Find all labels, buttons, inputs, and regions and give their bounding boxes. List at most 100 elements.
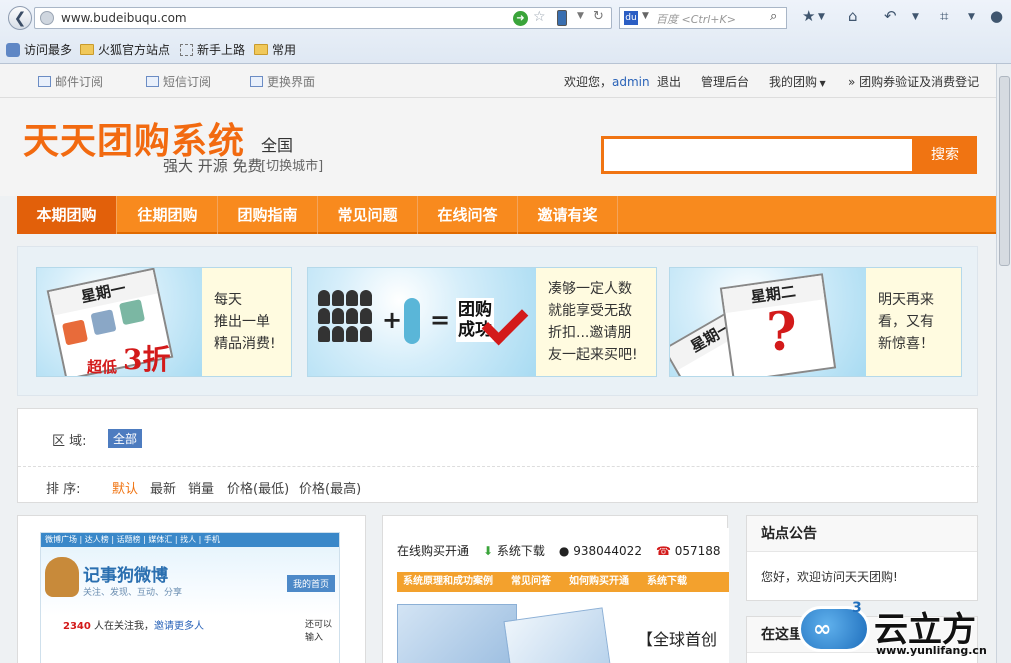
- home-icon[interactable]: ⌂: [848, 7, 858, 25]
- ad-buy-online: 在线购买开通: [397, 544, 470, 558]
- switch-city-link[interactable]: [切换城市]: [261, 155, 323, 174]
- nav-online-qa[interactable]: 在线问答: [418, 196, 518, 234]
- back-button[interactable]: ❮: [8, 6, 32, 30]
- notice-box: 站点公告 您好，欢迎访问天天团购!: [746, 515, 978, 601]
- web-page: 邮件订阅 短信订阅 更换界面 欢迎您，admin 退出 管理后台 我的团购 ▼ …: [0, 64, 996, 663]
- bookmark-getting-started[interactable]: 新手上路: [180, 41, 245, 58]
- bookmark-label: 访问最多: [24, 43, 73, 57]
- sort-label: 排 序:: [46, 482, 81, 497]
- weibo-title: 记事狗微博: [83, 566, 168, 586]
- badge-value: 3折: [123, 343, 171, 376]
- bookmark-label: 火狐官方站点: [98, 43, 171, 57]
- follow-text: 人在关注我，: [90, 621, 155, 632]
- link-label: 邮件订阅: [55, 75, 104, 89]
- ad-qq: ● 938044022: [559, 544, 642, 558]
- equals-icon: =: [430, 306, 451, 334]
- weibo-home-button: 我的首页: [287, 575, 336, 592]
- sms-subscribe-link[interactable]: 短信订阅: [146, 73, 211, 90]
- current-city: 全国: [261, 136, 294, 155]
- banner-card-text: 明天再来 看，又有 新惊喜！: [866, 268, 961, 376]
- logout-link[interactable]: 退出: [657, 73, 681, 90]
- nav-guide[interactable]: 团购指南: [218, 196, 318, 234]
- ad-screenshot: 在线购买开通 ⬇ 系统下载 ● 938044022 ☎ 057188 系统原理和…: [397, 528, 729, 663]
- bookmark-label: 新手上路: [197, 43, 246, 57]
- url-text[interactable]: www.budeibuqu.com: [61, 11, 187, 25]
- mobile-icon[interactable]: [557, 10, 567, 26]
- watermark-number: 3: [852, 600, 862, 616]
- ad-download-label: 系统下载: [496, 544, 545, 558]
- plus-icon: +: [382, 306, 403, 334]
- site-topbar: 邮件订阅 短信订阅 更换界面 欢迎您，admin 退出 管理后台 我的团购 ▼ …: [0, 64, 996, 98]
- area-label: 区 域:: [52, 434, 87, 449]
- theme-icon: [250, 76, 263, 87]
- search-bar[interactable]: du ▼ 百度 <Ctrl+K> ⌕: [619, 7, 787, 29]
- reload-icon[interactable]: ↻: [593, 9, 604, 24]
- follow-count: 2340: [63, 621, 91, 632]
- ad-download: ⬇ 系统下载: [483, 542, 545, 559]
- caret-down-icon: ▼: [817, 79, 826, 88]
- nav-past-deals[interactable]: 往期团购: [118, 196, 218, 234]
- crop-dropdown-icon[interactable]: ▼: [968, 12, 975, 22]
- bookmark-common[interactable]: 常用: [254, 41, 296, 58]
- ad-menu-item: 如何购买开通: [569, 576, 629, 587]
- weibo-top-links: 微博广场 | 达人榜 | 话题榜 | 媒体汇 | 找人 | 手机: [41, 533, 339, 547]
- banner-card-daily: 星期一 超低 3折 每天 推出一单 精品消费!: [36, 267, 292, 377]
- admin-panel-link[interactable]: 管理后台: [701, 73, 749, 90]
- sort-price-low[interactable]: 价格(最低): [227, 478, 289, 497]
- deal-card-ad[interactable]: 在线购买开通 ⬇ 系统下载 ● 938044022 ☎ 057188 系统原理和…: [382, 515, 729, 663]
- address-bar[interactable]: www.budeibuqu.com ➜ ☆ ▼ ↻: [34, 7, 612, 29]
- text-line: 精品消费!: [214, 336, 276, 352]
- bookmarks-dropdown-icon[interactable]: ▼: [818, 12, 825, 22]
- email-subscribe-link[interactable]: 邮件订阅: [38, 73, 103, 90]
- undo-dropdown-icon[interactable]: ▼: [912, 12, 919, 22]
- history-dropdown-icon[interactable]: ▼: [577, 11, 584, 21]
- question-mark-icon: ?: [766, 302, 797, 363]
- weibo-follow-count: 2340 人在关注我，邀请更多人: [63, 617, 204, 632]
- sort-price-high[interactable]: 价格(最高): [299, 478, 361, 497]
- text-line: 折扣...邀请朋: [548, 325, 632, 341]
- weibo-screenshot: 微博广场 | 达人榜 | 话题榜 | 媒体汇 | 找人 | 手机 记事狗微博 关…: [40, 532, 340, 663]
- invite-link: 邀请更多人: [154, 621, 205, 632]
- bookmarks-icon[interactable]: ★: [802, 7, 815, 25]
- input-remaining: 还可以输入: [305, 620, 333, 643]
- nav-faq[interactable]: 常见问题: [318, 196, 418, 234]
- ad-menu-bar: 系统原理和成功案例 常见问答 如何购买开通 系统下载: [397, 572, 729, 592]
- username-link[interactable]: admin: [612, 75, 650, 89]
- site-search-input[interactable]: [601, 136, 915, 174]
- bookmark-star-icon[interactable]: ☆: [533, 9, 546, 25]
- most-visited-icon: [6, 42, 20, 57]
- sort-default[interactable]: 默认: [112, 478, 138, 497]
- page-icon: [180, 43, 193, 56]
- area-all-option[interactable]: 全部: [108, 429, 143, 448]
- vertical-scrollbar[interactable]: [996, 64, 1011, 663]
- menu-label: 我的团购: [769, 75, 818, 89]
- groupbuy-illustration: + = 团购 成功: [308, 268, 536, 376]
- bookmark-most-visited[interactable]: 访问最多: [6, 41, 72, 58]
- text-line: 团购: [458, 300, 492, 320]
- text-line: 新惊喜！: [878, 336, 934, 352]
- site-search-button[interactable]: 搜索: [913, 136, 977, 174]
- text-line: 看，又有: [878, 314, 934, 330]
- nav-invite-reward[interactable]: 邀请有奖: [518, 196, 618, 234]
- sort-newest[interactable]: 最新: [150, 478, 176, 497]
- link-label: 短信订阅: [163, 75, 212, 89]
- sms-icon: [146, 76, 159, 87]
- undo-icon[interactable]: ↶: [884, 7, 897, 25]
- banner-card-text: 凑够一定人数 就能享受无敌 折扣...邀请朋 友一起来买吧!: [536, 268, 656, 376]
- my-groupbuy-menu[interactable]: 我的团购 ▼: [769, 73, 826, 90]
- go-icon[interactable]: ➜: [513, 11, 528, 26]
- browser-chrome: ❮ www.budeibuqu.com ➜ ☆ ▼ ↻ du ▼ 百度 <Ctr…: [0, 0, 1011, 64]
- change-theme-link[interactable]: 更换界面: [250, 73, 315, 90]
- search-icon[interactable]: ⌕: [770, 9, 777, 24]
- bookmark-firefox-site[interactable]: 火狐官方站点: [80, 41, 170, 58]
- crop-icon[interactable]: ⌗: [940, 7, 948, 25]
- chat-icon[interactable]: ●: [990, 7, 1003, 25]
- voucher-verify-link[interactable]: » 团购券验证及消费登记: [848, 73, 979, 90]
- nav-current-deals[interactable]: 本期团购: [17, 196, 117, 234]
- sort-sales[interactable]: 销量: [188, 478, 214, 497]
- baidu-icon[interactable]: du: [624, 11, 638, 25]
- engine-dropdown-icon[interactable]: ▼: [642, 11, 649, 21]
- deal-card-weibo[interactable]: 微博广场 | 达人榜 | 话题榜 | 媒体汇 | 找人 | 手机 记事狗微博 关…: [17, 515, 366, 663]
- scrollbar-thumb[interactable]: [999, 76, 1010, 266]
- search-input[interactable]: 百度 <Ctrl+K>: [656, 11, 736, 27]
